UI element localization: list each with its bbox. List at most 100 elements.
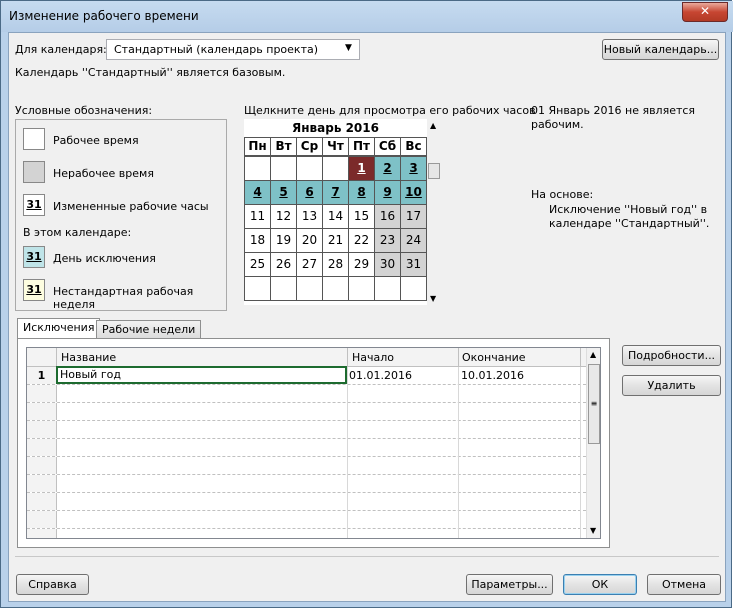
day-status-text: 01 Январь 2016 не является рабочим. [531,104,696,131]
calendar-day[interactable]: 6 [296,180,323,205]
weekday-header: Сб [374,137,401,156]
row-number[interactable] [27,511,57,528]
calendar-scrollbar[interactable]: ▲ ▼ [427,119,441,305]
ok-button[interactable]: ОК [563,574,637,595]
calendar-empty-cell[interactable] [296,276,323,301]
calendar-day[interactable]: 28 [322,252,349,277]
close-button[interactable]: ✕ [682,2,728,22]
table-row[interactable] [27,457,586,475]
row-number[interactable] [27,457,57,474]
calendar-empty-cell[interactable] [400,276,427,301]
row-number[interactable] [27,385,57,402]
calendar-day[interactable]: 5 [270,180,297,205]
working-time-swatch [23,128,45,150]
calendar-empty-cell[interactable] [322,156,349,181]
row-number[interactable] [27,439,57,456]
calendar-empty-cell[interactable] [296,156,323,181]
cell-start[interactable]: 01.01.2016 [349,369,412,382]
calendar-day[interactable]: 31 [400,252,427,277]
new-calendar-button[interactable]: Новый календарь... [602,39,719,60]
calendar-day[interactable]: 7 [322,180,349,205]
tab-exceptions[interactable]: Исключения [17,318,101,339]
calendar-empty-cell[interactable] [244,276,271,301]
calendar-day[interactable]: 18 [244,228,271,253]
cancel-button[interactable]: Отмена [647,574,721,595]
table-row[interactable] [27,529,586,538]
calendar-day[interactable]: 16 [374,204,401,229]
calendar-day[interactable]: 24 [400,228,427,253]
help-button[interactable]: Справка [16,574,89,595]
table-row[interactable] [27,475,586,493]
table-row[interactable]: 1 Новый год 01.01.2016 10.01.2016 [27,366,586,385]
scroll-down-icon[interactable]: ▼ [590,526,596,535]
calendar-day[interactable]: 10 [400,180,427,205]
calendar-day[interactable]: 9 [374,180,401,205]
options-button[interactable]: Параметры... [466,574,553,595]
row-number[interactable] [27,403,57,420]
calendar-day[interactable]: 23 [374,228,401,253]
row-number[interactable] [27,529,57,538]
calendar-day[interactable]: 26 [270,252,297,277]
calendar-day[interactable]: 8 [348,180,375,205]
calendar-day[interactable]: 27 [296,252,323,277]
calendar-day[interactable]: 2 [374,156,401,181]
column-start[interactable]: Начало [352,351,394,364]
based-on-label: На основе: [531,188,594,201]
calendar-empty-cell[interactable] [244,156,271,181]
calendar-day[interactable]: 3 [400,156,427,181]
calendar-day[interactable]: 20 [296,228,323,253]
row-number[interactable]: 1 [27,367,57,384]
column-divider [347,385,348,403]
column-divider [580,511,581,529]
calendar-day[interactable]: 25 [244,252,271,277]
table-scrollbar[interactable]: ▲ ≡ ▼ [586,348,600,538]
calendar-day[interactable]: 13 [296,204,323,229]
table-row[interactable] [27,385,586,403]
table-row[interactable] [27,403,586,421]
calendar-day[interactable]: 21 [322,228,349,253]
calendar-empty-cell[interactable] [348,276,375,301]
calendar-scroll-thumb[interactable] [428,163,440,179]
row-number[interactable] [27,493,57,510]
table-row[interactable] [27,493,586,511]
calendar-empty-cell[interactable] [322,276,349,301]
calendar-day[interactable]: 4 [244,180,271,205]
cell-end[interactable]: 10.01.2016 [461,369,524,382]
calendar-day[interactable]: 22 [348,228,375,253]
table-scroll-thumb[interactable]: ≡ [588,364,600,444]
calendar-combo[interactable]: Стандартный (календарь проекта) ▼ [106,39,360,60]
table-row[interactable] [27,439,586,457]
row-number[interactable] [27,475,57,492]
calendar-empty-cell[interactable] [270,276,297,301]
exceptions-table: Название Начало Окончание 1 Новый год 01.0… [26,347,601,539]
calendar-day[interactable]: 19 [270,228,297,253]
table-row[interactable] [27,511,586,529]
month-calendar[interactable]: Январь 2016 Пн Вт Ср Чт Пт Сб Вс 1 2 3 4 5 6 7 8 9 10 11 1… [244,119,427,305]
calendar-empty-cell[interactable] [374,276,401,301]
table-row[interactable] [27,421,586,439]
cell-name[interactable]: Новый год [56,366,347,384]
calendar-empty-cell[interactable] [270,156,297,181]
calendar-day[interactable]: 11 [244,204,271,229]
calendar-day[interactable]: 15 [348,204,375,229]
calendar-day[interactable]: 1 [348,156,375,181]
calendar-day[interactable]: 29 [348,252,375,277]
column-name[interactable]: Название [61,351,116,364]
tab-work-weeks[interactable]: Рабочие недели [96,320,202,339]
row-header-corner [27,348,57,366]
legend-nonstandard-label: Нестандартная рабочая неделя [53,285,194,311]
scroll-down-icon[interactable]: ▼ [430,294,436,303]
changed-hours-swatch: 31 [23,194,45,216]
scroll-up-icon[interactable]: ▲ [590,350,596,359]
calendar-day[interactable]: 17 [400,204,427,229]
calendar-day[interactable]: 14 [322,204,349,229]
scroll-up-icon[interactable]: ▲ [430,121,436,130]
column-divider [580,439,581,457]
delete-button[interactable]: Удалить [622,375,721,396]
calendar-day[interactable]: 30 [374,252,401,277]
details-button[interactable]: Подробности... [622,345,721,366]
calendar-day[interactable]: 12 [270,204,297,229]
row-number[interactable] [27,421,57,438]
chevron-down-icon[interactable]: ▼ [345,43,352,53]
column-end[interactable]: Окончание [462,351,526,364]
